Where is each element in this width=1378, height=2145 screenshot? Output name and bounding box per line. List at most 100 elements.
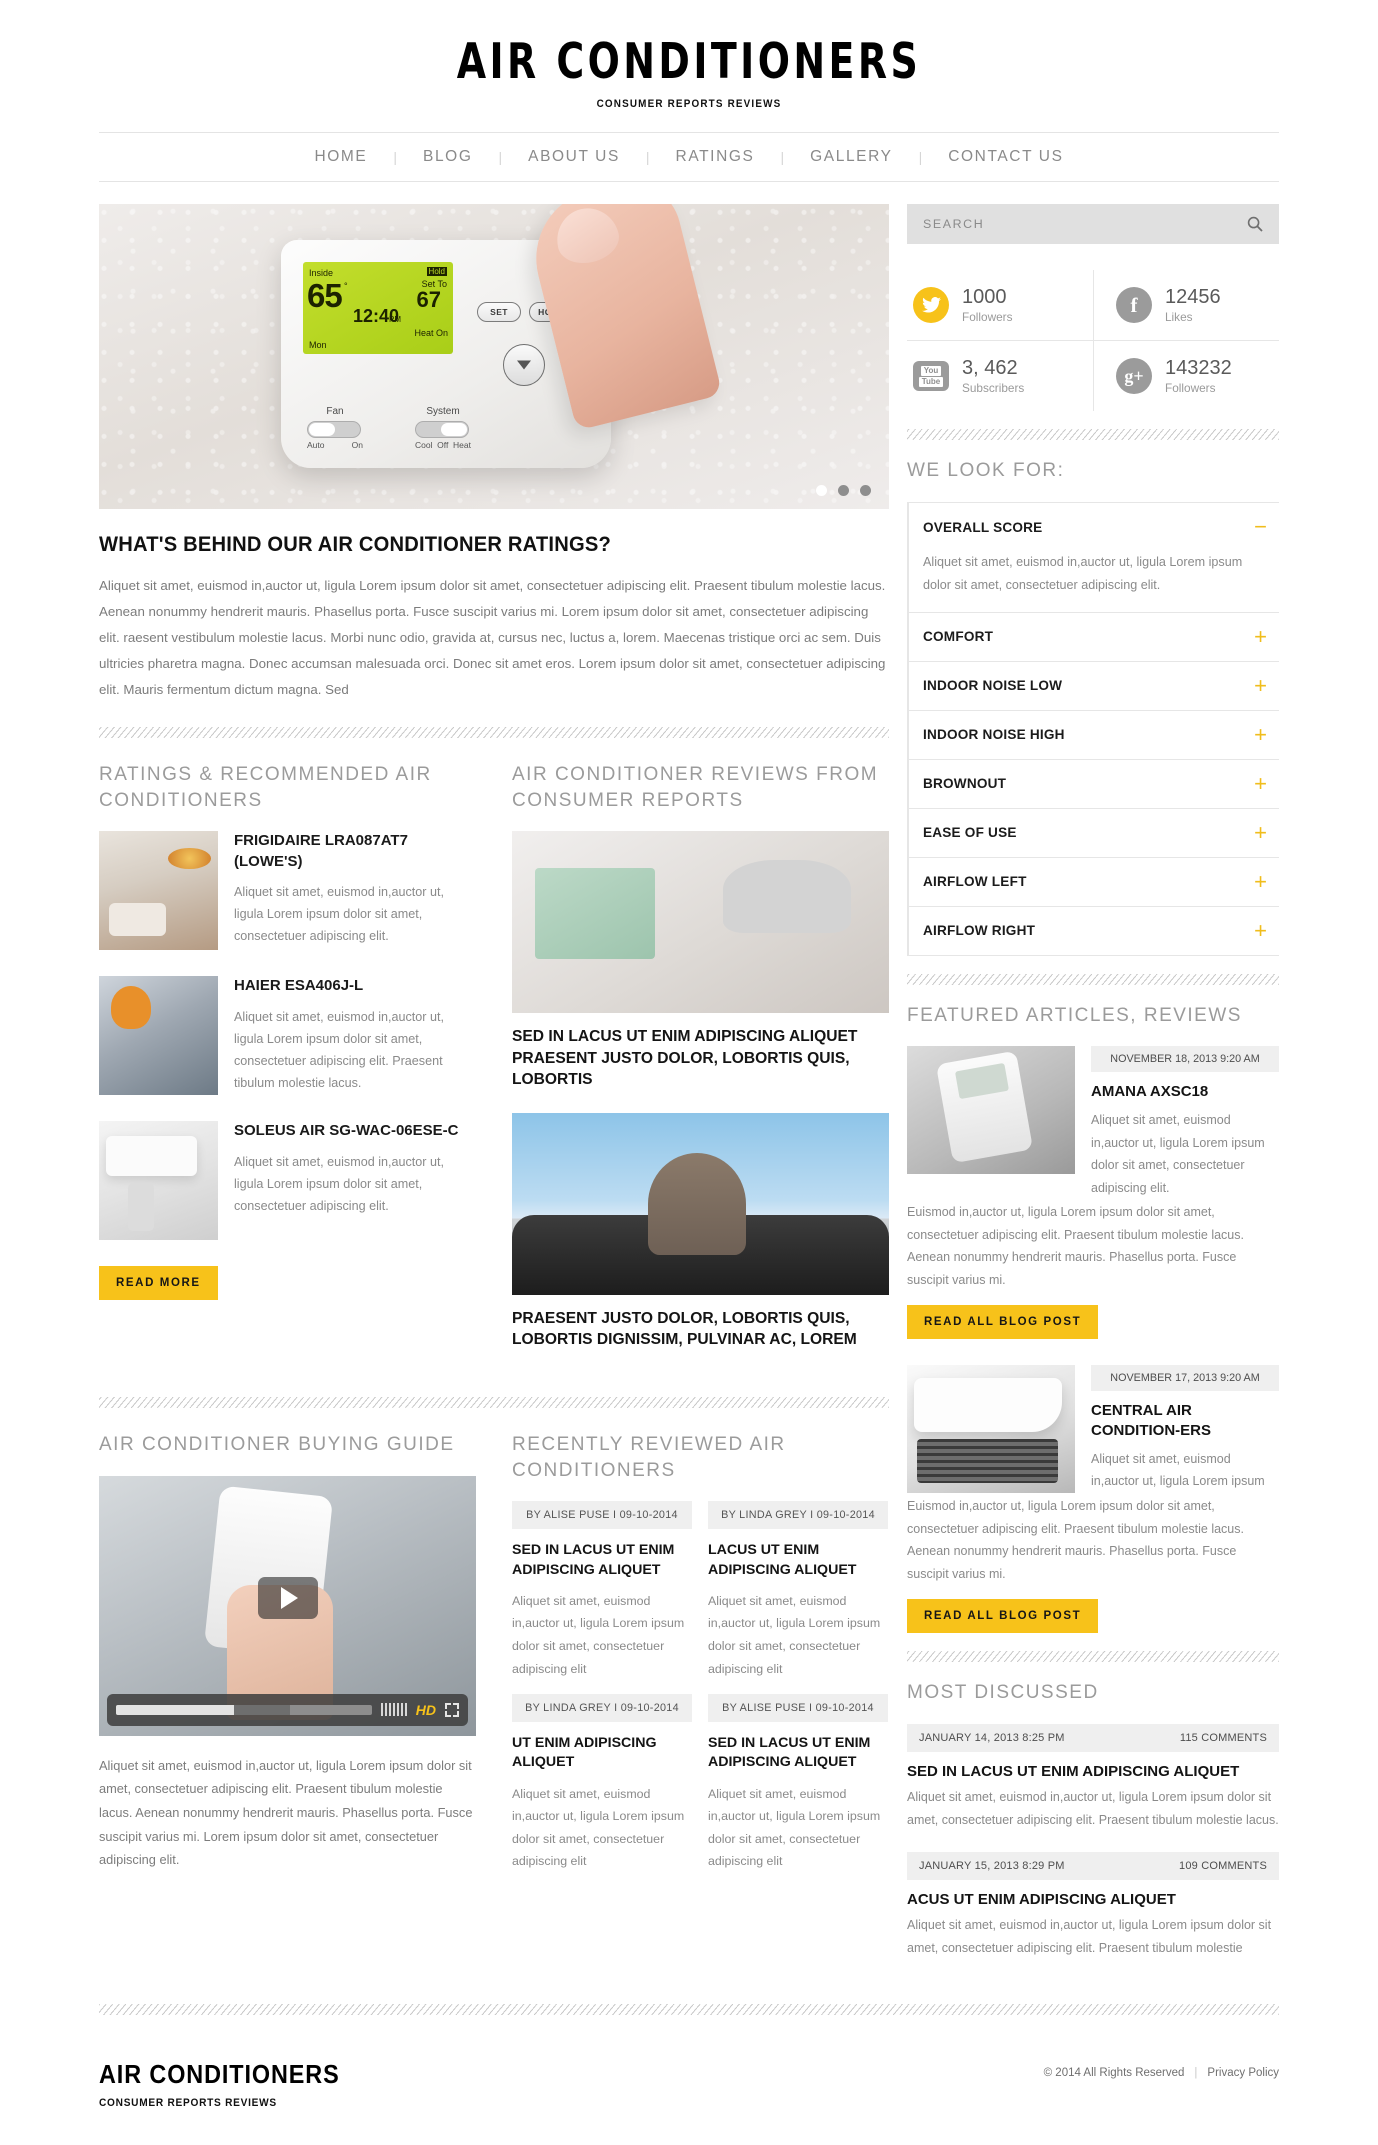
accordion-header[interactable]: INDOOR NOISE LOW + <box>923 662 1279 710</box>
review-image[interactable] <box>512 1112 889 1295</box>
nav-link-blog[interactable]: BLOG <box>397 148 498 166</box>
product-thumbnail[interactable] <box>99 976 218 1096</box>
accordion-header[interactable]: INDOOR NOISE HIGH + <box>923 711 1279 759</box>
plus-icon[interactable]: + <box>1254 772 1267 795</box>
product-thumbnail[interactable] <box>99 1121 218 1241</box>
fullscreen-icon[interactable] <box>445 1702 459 1717</box>
product-item[interactable]: FRIGIDAIRE LRA087AT7 (LOWE'S) Aliquet si… <box>99 831 476 951</box>
site-tagline: CONSUMER REPORTS REVIEWS <box>596 98 782 111</box>
thermostat-set-button[interactable]: SET <box>477 302 521 323</box>
accordion-header[interactable]: AIRFLOW LEFT + <box>923 858 1279 906</box>
volume-icon[interactable] <box>380 1703 407 1717</box>
thermostat-down-arrow-icon[interactable] <box>503 344 545 387</box>
accordion-header[interactable]: COMFORT + <box>923 613 1279 661</box>
play-icon[interactable] <box>257 1576 318 1619</box>
read-all-blog-post-button[interactable]: READ ALL BLOG POST <box>907 1305 1099 1340</box>
featured-thumbnail[interactable] <box>907 1046 1075 1175</box>
accordion-header[interactable]: AIRFLOW RIGHT + <box>923 907 1279 955</box>
privacy-policy-link[interactable]: Privacy Policy <box>1207 2067 1279 2079</box>
nav-item-gallery[interactable]: GALLERY <box>784 148 918 166</box>
product-thumbnail[interactable] <box>99 831 218 951</box>
plus-icon[interactable]: + <box>1254 821 1267 844</box>
read-more-button[interactable]: READ MORE <box>99 1266 218 1301</box>
nav-item-contact-us[interactable]: CONTACT US <box>922 148 1089 166</box>
social-text: 12456 Likes <box>1165 286 1221 324</box>
accordion-header[interactable]: BROWNOUT + <box>923 760 1279 808</box>
slider-dot-3[interactable] <box>860 485 871 497</box>
nav-link-home[interactable]: HOME <box>288 148 393 166</box>
product-title[interactable]: SOLEUS AIR SG-WAC-06ESE-C <box>234 1121 476 1141</box>
most-discussed-title[interactable]: SED IN LACUS UT ENIM ADIPISCING ALIQUET <box>907 1763 1279 1780</box>
review-title[interactable]: SED IN LACUS UT ENIM ADIPISCING ALIQUET … <box>512 1026 889 1091</box>
product-title[interactable]: FRIGIDAIRE LRA087AT7 (LOWE'S) <box>234 831 476 872</box>
list-item[interactable]: BY ALISE PUSE I 09-10-2014 SED IN LACUS … <box>708 1694 888 1873</box>
fan-switch[interactable] <box>307 421 361 439</box>
post-title[interactable]: SED IN LACUS UT ENIM ADIPISCING ALIQUET <box>708 1734 888 1773</box>
social-youtube[interactable]: You Tube 3, 462 Subscribers <box>907 341 1093 411</box>
slider-dot-1[interactable] <box>816 485 827 497</box>
review-image[interactable] <box>512 831 889 1014</box>
post-meta: BY LINDA GREY I 09-10-2014 <box>512 1694 692 1723</box>
accordion-item-indoor-noise-low[interactable]: INDOOR NOISE LOW + <box>907 661 1279 711</box>
accordion-header[interactable]: EASE OF USE + <box>923 809 1279 857</box>
nav-link-gallery[interactable]: GALLERY <box>784 148 918 166</box>
hero-slider[interactable]: Inside 65 ° 12:40 PM Hold Set To 67 Heat… <box>99 204 889 510</box>
product-title[interactable]: HAIER ESA406J-L <box>234 976 476 996</box>
reviews-section: AIR CONDITIONER REVIEWS FROM CONSUMER RE… <box>512 762 889 1373</box>
nav-item-ratings[interactable]: RATINGS <box>650 148 781 166</box>
list-item[interactable]: BY LINDA GREY I 09-10-2014 LACUS UT ENIM… <box>708 1501 888 1680</box>
nav-item-home[interactable]: HOME <box>288 148 393 166</box>
product-item[interactable]: SOLEUS AIR SG-WAC-06ESE-C Aliquet sit am… <box>99 1121 476 1241</box>
social-facebook[interactable]: f 12456 Likes <box>1093 270 1279 342</box>
video-player[interactable]: HD <box>99 1475 476 1736</box>
nav-item-about-us[interactable]: ABOUT US <box>502 148 646 166</box>
video-progress-bar[interactable] <box>116 1704 372 1715</box>
accordion-item-ease-of-use[interactable]: EASE OF USE + <box>907 808 1279 858</box>
read-all-blog-post-button[interactable]: READ ALL BLOG POST <box>907 1599 1099 1634</box>
minus-icon[interactable]: − <box>1254 516 1267 538</box>
plus-icon[interactable]: + <box>1254 723 1267 746</box>
buying-guide-section: AIR CONDITIONER BUYING GUIDE HD Aliquet … <box>99 1432 476 1873</box>
hd-badge[interactable]: HD <box>416 1702 436 1718</box>
nav-item-blog[interactable]: BLOG <box>397 148 498 166</box>
search-button[interactable] <box>1247 216 1263 233</box>
plus-icon[interactable]: + <box>1254 625 1267 648</box>
list-item[interactable]: BY LINDA GREY I 09-10-2014 UT ENIM ADIPI… <box>512 1694 692 1873</box>
site-header: AIR CONDITIONERS CONSUMER REPORTS REVIEW… <box>99 0 1279 132</box>
footer-separator: | <box>1194 2067 1198 2080</box>
product-image <box>99 831 218 951</box>
most-discussed-title[interactable]: ACUS UT ENIM ADIPISCING ALIQUET <box>907 1891 1279 1908</box>
accordion-item-comfort[interactable]: COMFORT + <box>907 612 1279 662</box>
review-title[interactable]: PRAESENT JUSTO DOLOR, LOBORTIS QUIS, LOB… <box>512 1308 889 1351</box>
featured-title[interactable]: CENTRAL AIR CONDITION-ERS <box>1091 1401 1279 1441</box>
system-switch[interactable] <box>415 421 469 439</box>
featured-thumbnail[interactable] <box>907 1365 1075 1494</box>
accordion-item-indoor-noise-high[interactable]: INDOOR NOISE HIGH + <box>907 710 1279 760</box>
accordion-title: AIRFLOW RIGHT <box>923 923 1036 939</box>
nav-link-about-us[interactable]: ABOUT US <box>502 148 646 166</box>
list-item[interactable]: BY ALISE PUSE I 09-10-2014 SED IN LACUS … <box>512 1501 692 1680</box>
nav-link-ratings[interactable]: RATINGS <box>650 148 781 166</box>
plus-icon[interactable]: + <box>1254 870 1267 893</box>
search-bar[interactable] <box>907 204 1279 245</box>
post-title[interactable]: UT ENIM ADIPISCING ALIQUET <box>512 1734 692 1773</box>
post-title[interactable]: SED IN LACUS UT ENIM ADIPISCING ALIQUET <box>512 1541 692 1580</box>
product-item[interactable]: HAIER ESA406J-L Aliquet sit amet, euismo… <box>99 976 476 1096</box>
accordion-header[interactable]: OVERALL SCORE − <box>923 503 1279 551</box>
featured-title[interactable]: AMANA AXSC18 <box>1091 1082 1279 1102</box>
search-input[interactable] <box>923 217 1247 232</box>
post-title[interactable]: LACUS UT ENIM ADIPISCING ALIQUET <box>708 1541 888 1580</box>
social-googleplus[interactable]: g+ 143232 Followers <box>1093 341 1279 412</box>
social-text: 1000 Followers <box>962 286 1012 324</box>
slider-dot-2[interactable] <box>838 485 849 497</box>
accordion-body: Aliquet sit amet, euismod in,auctor ut, … <box>923 555 1243 593</box>
social-twitter[interactable]: 1000 Followers <box>907 270 1093 342</box>
accordion-item-airflow-left[interactable]: AIRFLOW LEFT + <box>907 857 1279 907</box>
plus-icon[interactable]: + <box>1254 919 1267 942</box>
plus-icon[interactable]: + <box>1254 674 1267 697</box>
accordion-item-airflow-right[interactable]: AIRFLOW RIGHT + <box>907 906 1279 956</box>
accordion-item-brownout[interactable]: BROWNOUT + <box>907 759 1279 809</box>
featured-image <box>907 1365 1075 1494</box>
nav-link-contact-us[interactable]: CONTACT US <box>922 148 1089 166</box>
accordion-item-overall-score[interactable]: OVERALL SCORE − Aliquet sit amet, euismo… <box>907 503 1279 613</box>
